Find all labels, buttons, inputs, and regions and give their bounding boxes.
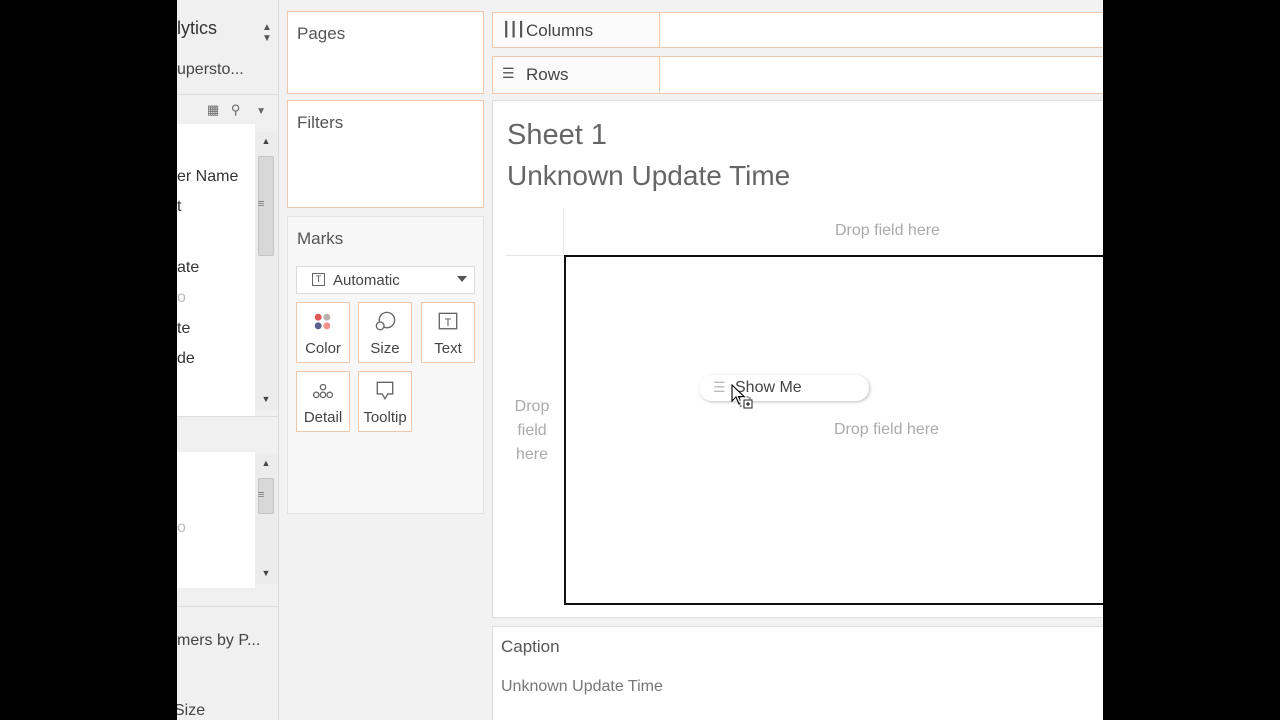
- pages-card[interactable]: Pages: [287, 11, 484, 94]
- drag-cursor-icon: [731, 384, 753, 409]
- detail-label: Detail: [303, 409, 343, 426]
- show-me-drag-pill[interactable]: ☰ Show Me: [699, 375, 869, 401]
- scroll-up-icon[interactable]: ▲: [255, 458, 277, 468]
- datasource-name[interactable]: upersto...: [177, 61, 244, 79]
- filters-title: Filters: [297, 113, 344, 132]
- columns-shelf[interactable]: ┃┃┃ Columns: [492, 12, 1103, 48]
- tooltip-button[interactable]: Tooltip: [358, 371, 412, 432]
- scroll-down-icon[interactable]: ▼: [255, 568, 277, 578]
- color-label: Color: [305, 340, 341, 357]
- columns-drop-zone[interactable]: Drop field here: [835, 222, 940, 240]
- text-mark-icon: T: [312, 273, 325, 286]
- analytics-tab[interactable]: lytics: [177, 18, 217, 39]
- search-icon[interactable]: ⚲: [231, 102, 241, 117]
- divider: [177, 416, 278, 417]
- parameter-field[interactable]: Size: [177, 702, 205, 720]
- mark-type-dropdown[interactable]: T Automatic: [296, 266, 475, 294]
- filters-card[interactable]: Filters: [287, 100, 484, 208]
- dimension-field[interactable]: de: [177, 350, 195, 368]
- dimension-field[interactable]: o: [177, 289, 186, 307]
- tooltip-icon: [376, 381, 394, 401]
- dimension-field[interactable]: t: [177, 198, 181, 216]
- drop-text-line: field: [517, 422, 547, 439]
- scroll-up-icon[interactable]: ▲: [255, 136, 277, 146]
- drop-text-line: here: [515, 446, 549, 463]
- tooltip-label: Tooltip: [363, 409, 407, 426]
- caption-title: Caption: [501, 637, 560, 656]
- grip-icon: ≡: [258, 198, 265, 210]
- measure-field[interactable]: o: [177, 519, 186, 537]
- measures-list: o: [177, 452, 255, 588]
- measures-scrollbar[interactable]: ▲ ≡ ▼: [255, 454, 277, 584]
- pages-title: Pages: [297, 24, 346, 43]
- text-button[interactable]: T Text: [421, 302, 475, 363]
- caption-text[interactable]: Unknown Update Time: [501, 678, 663, 696]
- dimension-field[interactable]: ate: [177, 259, 199, 277]
- center-drop-zone[interactable]: Drop field here: [834, 421, 939, 439]
- sheet-subtitle: Unknown Update Time: [507, 160, 791, 191]
- divider: [563, 208, 564, 256]
- text-icon: T: [438, 312, 458, 330]
- size-button[interactable]: Size: [358, 302, 412, 363]
- marks-card: Marks T Automatic Color Size T Text Deta…: [287, 216, 484, 514]
- size-icon: [375, 311, 396, 331]
- dimensions-list: er Name t ate o te de: [177, 124, 255, 416]
- drop-text-line: Drop: [514, 398, 550, 415]
- text-label: Text: [434, 340, 462, 357]
- chevron-down-icon: [457, 276, 467, 282]
- sheet-view: Sheet 1 Unknown Update Time Drop field h…: [492, 100, 1103, 618]
- rows-shelf[interactable]: ☰ Rows: [492, 56, 1103, 94]
- marks-title: Marks: [297, 229, 344, 248]
- data-pane-toolbar: ▦ ⚲ ▼: [207, 102, 266, 118]
- columns-shelf-header: ┃┃┃ Columns: [493, 13, 660, 47]
- scroll-down-icon[interactable]: ▼: [255, 394, 277, 404]
- color-icon: [314, 313, 331, 330]
- color-button[interactable]: Color: [296, 302, 350, 363]
- rows-label: Rows: [526, 65, 569, 84]
- rows-drop-zone[interactable]: Drop field here: [507, 395, 557, 467]
- caption-panel: Caption Unknown Update Time: [492, 626, 1103, 720]
- divider: [505, 255, 563, 256]
- rows-icon: ☰: [502, 65, 515, 81]
- divider: [177, 94, 278, 95]
- dimension-field[interactable]: te: [177, 320, 190, 338]
- columns-icon: ┃┃┃: [502, 21, 525, 37]
- tableau-workspace: lytics ▲ ▼ upersto... ▦ ⚲ ▼ er Name t ate…: [177, 0, 1103, 720]
- view-grid-icon[interactable]: ▦: [207, 102, 219, 117]
- columns-label: Columns: [526, 21, 594, 40]
- divider: [177, 606, 278, 607]
- sheet-title[interactable]: Sheet 1: [507, 119, 607, 152]
- tab-scroll-arrows-icon[interactable]: ▲ ▼: [262, 22, 272, 44]
- size-label: Size: [370, 340, 400, 357]
- detail-icon: [312, 383, 334, 399]
- show-me-icon: ☰: [713, 379, 726, 395]
- dropdown-caret-icon[interactable]: ▼: [256, 106, 266, 117]
- dimensions-scrollbar[interactable]: ▲ ≡ ▼: [255, 132, 277, 410]
- data-pane: lytics ▲ ▼ upersto... ▦ ⚲ ▼ er Name t ate…: [177, 0, 279, 720]
- set-field[interactable]: mers by P...: [177, 632, 260, 650]
- rows-shelf-header: ☰ Rows: [493, 57, 660, 93]
- svg-text:T: T: [445, 317, 452, 329]
- dimension-field[interactable]: er Name: [177, 168, 238, 186]
- grip-icon: ≡: [258, 489, 265, 501]
- detail-button[interactable]: Detail: [296, 371, 350, 432]
- mark-type-value: Automatic: [333, 272, 400, 289]
